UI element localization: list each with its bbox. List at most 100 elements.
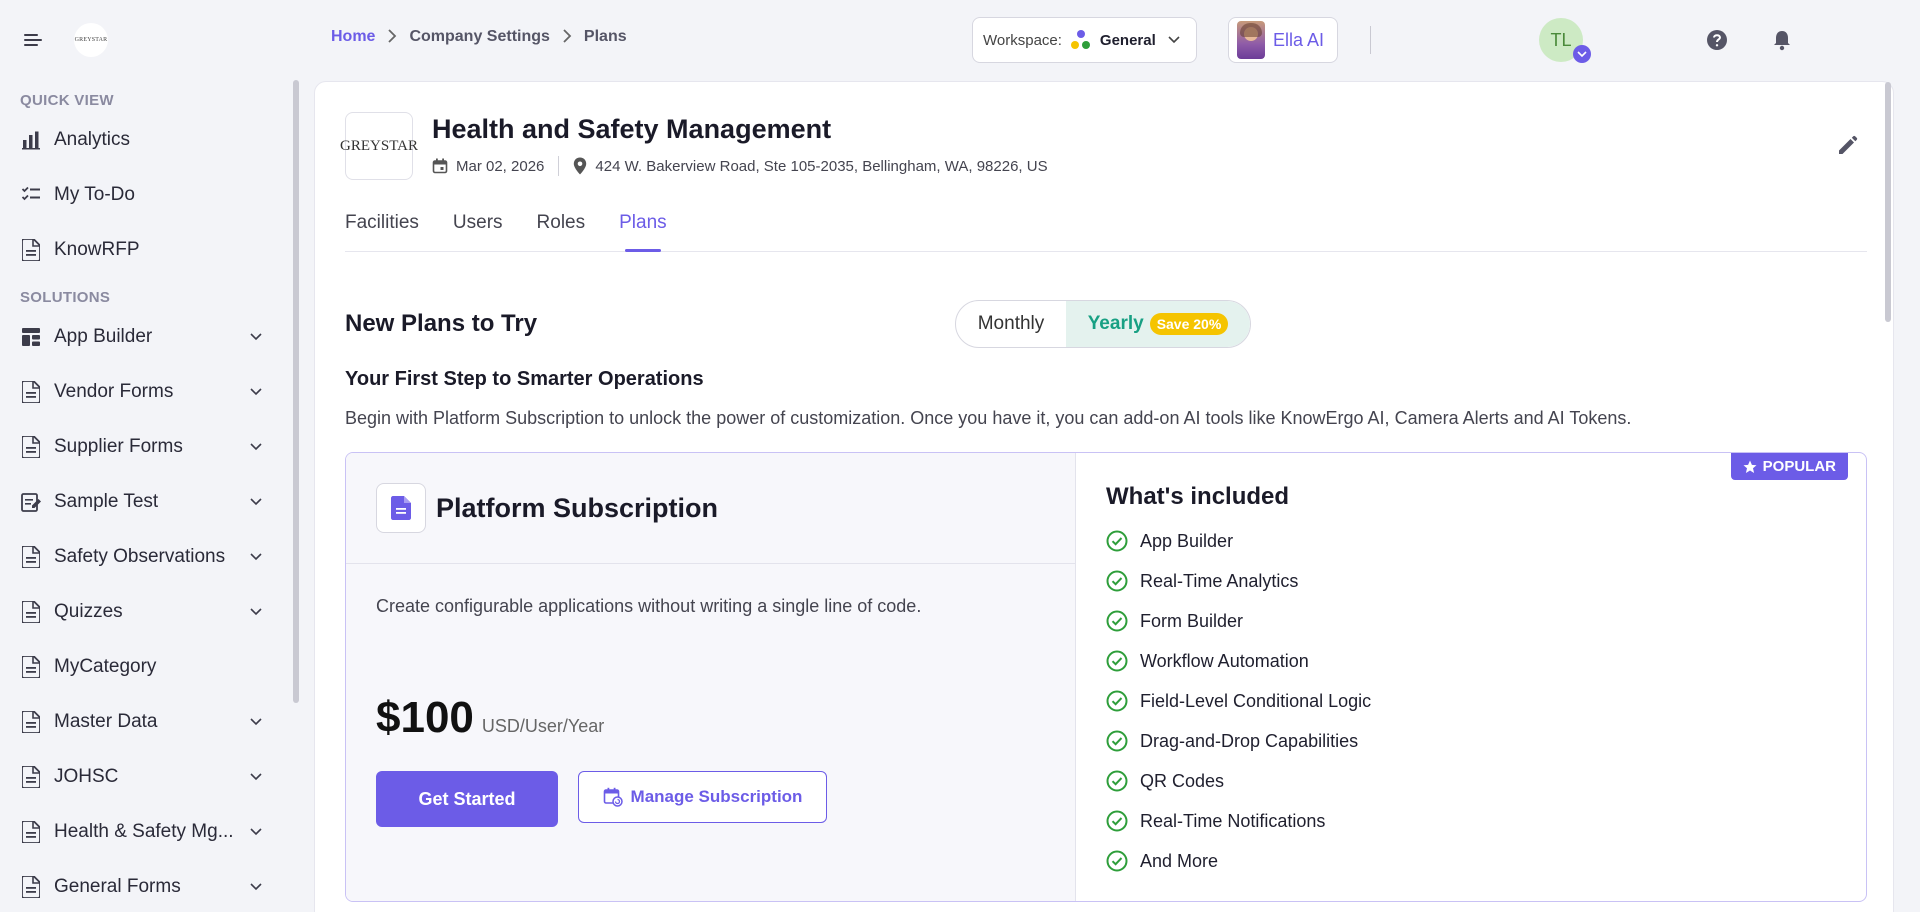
sidebar-item-label: Master Data: [54, 710, 158, 732]
avatar-menu-chevron-icon[interactable]: [1573, 45, 1591, 63]
save-badge: Save 20%: [1149, 313, 1229, 335]
chevron-down-icon[interactable]: [246, 382, 266, 402]
ella-ai-label: Ella AI: [1273, 29, 1325, 50]
feature-item: Workflow Automation: [1106, 641, 1866, 681]
sidebar-item-mycategory[interactable]: MyCategory: [0, 639, 296, 694]
sidebar-item-health-safety-mg[interactable]: Health & Safety Mg...: [0, 804, 296, 859]
plan-header: Platform Subscription: [346, 453, 1075, 564]
feature-list: App Builder Real-Time Analytics Form Build…: [1106, 521, 1866, 881]
tab-plans[interactable]: Plans: [619, 204, 667, 252]
sidebar-item-label: Quizzes: [54, 600, 123, 622]
sidebar-item-quizzes[interactable]: Quizzes: [0, 584, 296, 639]
feature-label: And More: [1140, 850, 1219, 871]
chevron-down-icon: [1168, 36, 1180, 44]
menu-toggle-icon[interactable]: [24, 32, 46, 48]
sidebar-item-label: MyCategory: [54, 655, 157, 677]
sidebar-item-my-to-do[interactable]: My To-Do: [0, 167, 296, 222]
chevron-right-icon: [562, 28, 572, 46]
chevron-down-icon[interactable]: [246, 712, 266, 732]
chevron-down-icon[interactable]: [246, 602, 266, 622]
edit-document-icon: [20, 491, 42, 513]
plan-price: $100 USD/User/Year: [376, 693, 604, 743]
plan-price-unit: USD/User/Year: [481, 716, 605, 736]
feature-item: App Builder: [1106, 521, 1866, 561]
app-logo[interactable]: GREYSTAR: [74, 23, 108, 57]
chevron-down-icon[interactable]: [246, 877, 266, 897]
app-logo-text: GREYSTAR: [74, 37, 108, 43]
billing-yearly-option[interactable]: Yearly Save 20%: [1066, 301, 1250, 347]
main-content-card: GREYSTAR Health and Safety Management Ma…: [314, 81, 1894, 912]
whats-included-title: What's included: [1106, 483, 1290, 510]
notification-bell-icon[interactable]: [1770, 28, 1794, 52]
sidebar-item-label: My To-Do: [54, 183, 135, 205]
plan-price-amount: $100: [376, 693, 474, 742]
sidebar-item-master-data[interactable]: Master Data: [0, 694, 296, 749]
document-icon: [20, 820, 42, 843]
plans-subtitle: Your First Step to Smarter Operations: [345, 368, 704, 390]
workspace-selector[interactable]: Workspace: General: [972, 17, 1197, 63]
company-name: Health and Safety Management: [432, 114, 832, 144]
feature-item: Form Builder: [1106, 601, 1866, 641]
breadcrumb-home-link[interactable]: Home: [331, 28, 375, 46]
chevron-down-icon[interactable]: [246, 547, 266, 567]
checklist-icon: [20, 184, 42, 206]
get-started-button[interactable]: Get Started: [376, 771, 558, 827]
sidebar-nav: QUICK VIEW Analytics My To-Do KnowRFP SOLUTI…: [0, 80, 296, 912]
sidebar-header: GREYSTAR: [0, 0, 296, 80]
plans-section-title: New Plans to Try: [345, 310, 538, 337]
sidebar-item-label: Analytics: [54, 128, 131, 150]
feature-label: Form Builder: [1140, 610, 1244, 631]
plan-features: POPULAR What's included App Builder Real-…: [1076, 453, 1866, 901]
sidebar-item-supplier-forms[interactable]: Supplier Forms: [0, 419, 296, 474]
page-scrollbar[interactable]: [1885, 82, 1891, 322]
calendar-icon: [432, 158, 448, 174]
popular-badge: POPULAR: [1730, 453, 1848, 480]
popular-badge-label: POPULAR: [1762, 458, 1836, 475]
billing-monthly-option[interactable]: Monthly: [956, 301, 1066, 347]
feature-item: Real-Time Notifications: [1106, 801, 1866, 841]
ella-avatar: [1237, 21, 1265, 59]
sidebar-item-general-forms[interactable]: General Forms: [0, 859, 296, 912]
sidebar-item-sample-test[interactable]: Sample Test: [0, 474, 296, 529]
check-circle-icon: [1106, 610, 1128, 632]
ella-ai-button[interactable]: Ella AI: [1228, 17, 1338, 63]
check-circle-icon: [1106, 810, 1128, 832]
edit-pencil-icon[interactable]: [1833, 132, 1861, 160]
tab-facilities[interactable]: Facilities: [345, 204, 419, 251]
sidebar-scrollbar[interactable]: [293, 80, 299, 703]
tab-users[interactable]: Users: [453, 204, 503, 251]
chevron-down-icon[interactable]: [246, 492, 266, 512]
check-circle-icon: [1106, 690, 1128, 712]
plan-name: Platform Subscription: [436, 492, 719, 523]
sidebar-item-vendor-forms[interactable]: Vendor Forms: [0, 364, 296, 419]
manage-subscription-button[interactable]: Manage Subscription: [578, 771, 827, 823]
chevron-down-icon[interactable]: [246, 327, 266, 347]
sidebar-item-label: Health & Safety Mg...: [54, 820, 234, 842]
sidebar-item-safety-observations[interactable]: Safety Observations: [0, 529, 296, 584]
sidebar-item-label: Sample Test: [54, 490, 159, 512]
breadcrumb: Home Company Settings Plans: [331, 28, 627, 46]
help-icon[interactable]: [1705, 28, 1729, 52]
sidebar-item-app-builder[interactable]: App Builder: [0, 309, 296, 364]
workspace-label: Workspace:: [983, 31, 1062, 49]
feature-label: Field-Level Conditional Logic: [1140, 690, 1372, 711]
document-icon: [20, 765, 42, 788]
manage-subscription-label: Manage Subscription: [630, 787, 803, 806]
sidebar-item-label: Safety Observations: [54, 545, 226, 567]
meta-divider: [558, 156, 560, 176]
feature-label: Real-Time Notifications: [1140, 810, 1326, 831]
sidebar-item-knowrfp[interactable]: KnowRFP: [0, 222, 296, 277]
document-icon: [20, 545, 42, 568]
plan-card: Platform Subscription Create configurabl…: [345, 452, 1867, 902]
chevron-down-icon[interactable]: [246, 767, 266, 787]
sidebar-item-analytics[interactable]: Analytics: [0, 112, 296, 167]
chevron-down-icon[interactable]: [246, 822, 266, 842]
breadcrumb-company-settings-link[interactable]: Company Settings: [409, 28, 549, 46]
sidebar-item-johsc[interactable]: JOHSC: [0, 749, 296, 804]
feature-label: Real-Time Analytics: [1140, 570, 1299, 591]
document-icon: [376, 483, 426, 533]
tab-roles[interactable]: Roles: [537, 204, 586, 251]
document-icon: [20, 600, 42, 623]
workspace-dots-icon: [1070, 29, 1092, 51]
chevron-down-icon[interactable]: [246, 437, 266, 457]
